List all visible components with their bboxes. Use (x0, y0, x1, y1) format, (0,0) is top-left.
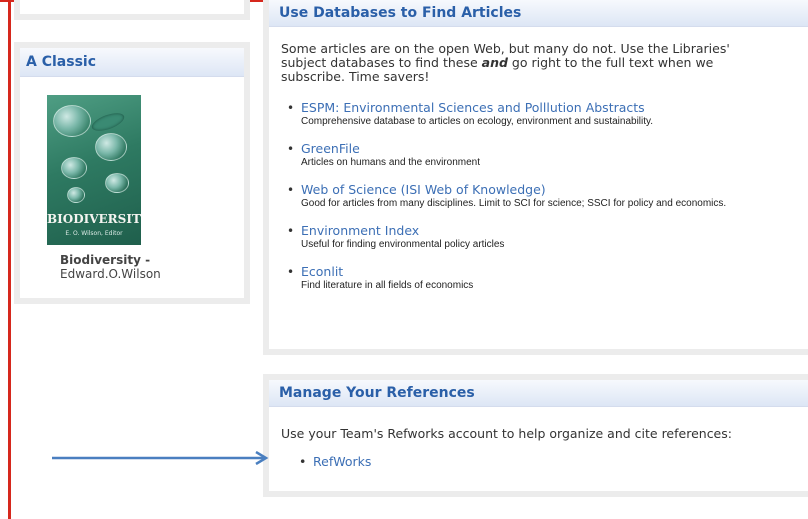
lizard-art (89, 109, 127, 135)
database-link-web-of-science[interactable]: Web of Science (ISI Web of Knowledge) (301, 183, 741, 197)
water-drop-art (105, 173, 129, 193)
classic-widget: A Classic BIODIVERSITY E. O. Wilson, Edi… (14, 42, 250, 304)
refworks-item: • RefWorks (299, 454, 371, 469)
database-link-greenfile[interactable]: GreenFile (301, 142, 741, 156)
database-desc: Find literature in all fields of economi… (301, 280, 474, 291)
database-item-web-of-science: • Web of Science (ISI Web of Knowledge) … (287, 183, 741, 210)
bullet-icon: • (287, 224, 295, 238)
database-item-espm: • ESPM: Environmental Sciences and Polll… (287, 101, 741, 128)
references-header: Manage Your References (269, 380, 808, 407)
book-title: Biodiversity (60, 253, 141, 267)
database-link-espm[interactable]: ESPM: Environmental Sciences and Polllut… (301, 101, 741, 115)
book-caption: Biodiversity - Edward.O.Wilson (60, 253, 161, 281)
book-cover-title: BIODIVERSITY (47, 212, 141, 226)
classic-header: A Classic (20, 48, 244, 77)
annotation-frame-left (8, 0, 11, 519)
database-list: • ESPM: Environmental Sciences and Polll… (287, 101, 741, 292)
database-link-environment-index[interactable]: Environment Index (301, 224, 741, 238)
database-link-econlit[interactable]: Econlit (301, 265, 741, 279)
bullet-icon: • (287, 142, 295, 156)
book-cover-image[interactable]: BIODIVERSITY E. O. Wilson, Editor (47, 95, 141, 245)
databases-header: Use Databases to Find Articles (269, 0, 808, 27)
bullet-icon: • (299, 454, 307, 469)
book-cover-author: E. O. Wilson, Editor (65, 230, 123, 237)
bullet-icon: • (287, 183, 295, 197)
water-drop-art (53, 105, 91, 137)
caption-separator: - (140, 253, 151, 267)
databases-section: Use Databases to Find Articles Some arti… (263, 0, 808, 355)
intro-emphasis: and (481, 55, 508, 70)
database-item-greenfile: • GreenFile Articles on humans and the e… (287, 142, 741, 169)
bullet-icon: • (287, 101, 295, 115)
database-desc: Good for articles from many disciplines.… (301, 198, 727, 209)
water-drop-art (95, 133, 127, 161)
arrow-right-icon (52, 451, 269, 465)
bullet-icon: • (287, 265, 295, 279)
database-desc: Comprehensive database to articles on ec… (301, 116, 654, 127)
database-item-econlit: • Econlit Find literature in all fields … (287, 265, 741, 292)
database-desc: Articles on humans and the environment (301, 157, 480, 168)
database-item-environment-index: • Environment Index Useful for finding e… (287, 224, 741, 251)
references-intro: Use your Team's Refworks account to help… (281, 426, 732, 441)
water-drop-art (67, 187, 85, 203)
references-section: Manage Your References Use your Team's R… (263, 374, 808, 497)
water-drop-art (61, 157, 87, 179)
previous-widget-box (14, 0, 250, 20)
databases-intro: Some articles are on the open Web, but m… (281, 42, 751, 84)
database-desc: Useful for finding environmental policy … (301, 239, 505, 250)
book-author: Edward.O.Wilson (60, 267, 161, 281)
refworks-link[interactable]: RefWorks (313, 454, 371, 469)
